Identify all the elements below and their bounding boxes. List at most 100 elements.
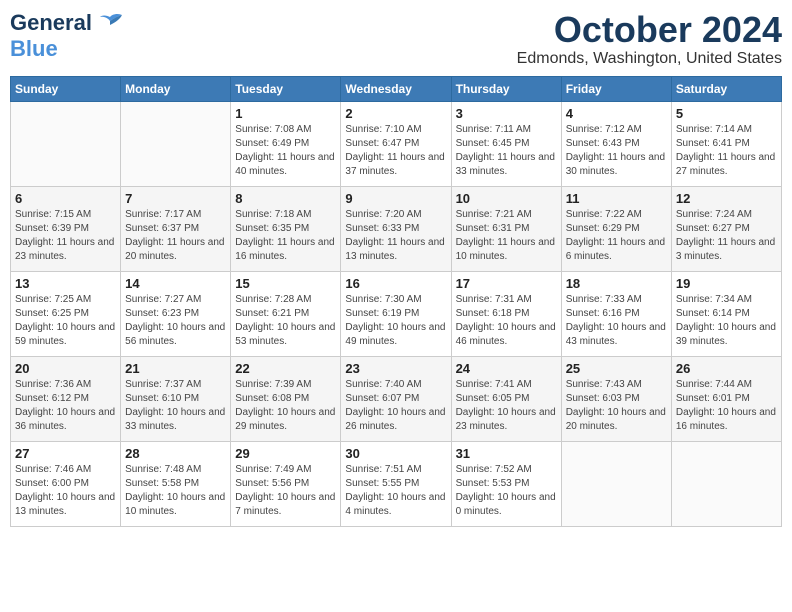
calendar-header: SundayMondayTuesdayWednesdayThursdayFrid… — [11, 76, 782, 101]
cell-content: Sunrise: 7:11 AM Sunset: 6:45 PM Dayligh… — [456, 123, 557, 179]
logo-blue: Blue — [10, 36, 58, 61]
calendar-cell: 29 Sunrise: 7:49 AM Sunset: 5:56 PM Dayli… — [231, 441, 341, 526]
calendar-cell: 18Sunrise: 7:33 AM Sunset: 6:16 PM Dayli… — [561, 271, 671, 356]
day-number: 4 — [566, 106, 667, 121]
cell-content: Sunrise: 7:15 AM Sunset: 6:39 PM Dayligh… — [15, 208, 116, 264]
day-number: 12 — [676, 191, 777, 206]
logo-bird-icon — [96, 13, 124, 33]
cell-content: Sunrise: 7:24 AM Sunset: 6:27 PM Dayligh… — [676, 208, 777, 264]
day-number: 21 — [125, 361, 226, 376]
calendar-cell — [121, 101, 231, 186]
title-area: October 2024 Edmonds, Washington, United… — [517, 10, 782, 68]
day-number: 30 — [345, 446, 446, 461]
day-number: 5 — [676, 106, 777, 121]
calendar-cell: 9 Sunrise: 7:20 AM Sunset: 6:33 PM Daylig… — [341, 186, 451, 271]
logo-general: General — [10, 10, 92, 36]
calendar-cell: 7Sunrise: 7:17 AM Sunset: 6:37 PM Daylig… — [121, 186, 231, 271]
calendar-cell: 28Sunrise: 7:48 AM Sunset: 5:58 PM Dayli… — [121, 441, 231, 526]
cell-content: Sunrise: 7:41 AM Sunset: 6:05 PM Dayligh… — [456, 378, 557, 434]
calendar-cell: 20 Sunrise: 7:36 AM Sunset: 6:12 PM Dayli… — [11, 356, 121, 441]
cell-content: Sunrise: 7:39 AM Sunset: 6:08 PM Dayligh… — [235, 378, 336, 434]
column-header-thursday: Thursday — [451, 76, 561, 101]
calendar-cell: 13Sunrise: 7:25 AM Sunset: 6:25 PM Dayli… — [11, 271, 121, 356]
cell-content: Sunrise: 7:36 AM Sunset: 6:12 PM Dayligh… — [15, 378, 116, 434]
cell-content: Sunrise: 7:22 AM Sunset: 6:29 PM Dayligh… — [566, 208, 667, 264]
day-number: 11 — [566, 191, 667, 206]
cell-content: Sunrise: 7:52 AM Sunset: 5:53 PM Dayligh… — [456, 463, 557, 519]
calendar-cell: 27Sunrise: 7:46 AM Sunset: 6:00 PM Dayli… — [11, 441, 121, 526]
day-number: 3 — [456, 106, 557, 121]
day-number: 22 — [235, 361, 336, 376]
calendar-cell: 8Sunrise: 7:18 AM Sunset: 6:35 PM Daylig… — [231, 186, 341, 271]
week-row-3: 13Sunrise: 7:25 AM Sunset: 6:25 PM Dayli… — [11, 271, 782, 356]
day-number: 24 — [456, 361, 557, 376]
calendar-cell: 24 Sunrise: 7:41 AM Sunset: 6:05 PM Dayli… — [451, 356, 561, 441]
calendar-cell: 5 Sunrise: 7:14 AM Sunset: 6:41 PM Daylig… — [671, 101, 781, 186]
day-number: 2 — [345, 106, 446, 121]
calendar-table: SundayMondayTuesdayWednesdayThursdayFrid… — [10, 76, 782, 527]
cell-content: Sunrise: 7:30 AM Sunset: 6:19 PM Dayligh… — [345, 293, 446, 349]
cell-content: Sunrise: 7:49 AM Sunset: 5:56 PM Dayligh… — [235, 463, 336, 519]
calendar-cell: 1 Sunrise: 7:08 AM Sunset: 6:49 PM Daylig… — [231, 101, 341, 186]
cell-content: Sunrise: 7:31 AM Sunset: 6:18 PM Dayligh… — [456, 293, 557, 349]
day-number: 17 — [456, 276, 557, 291]
cell-content: Sunrise: 7:34 AM Sunset: 6:14 PM Dayligh… — [676, 293, 777, 349]
cell-content: Sunrise: 7:14 AM Sunset: 6:41 PM Dayligh… — [676, 123, 777, 179]
logo: General Blue — [10, 10, 124, 62]
calendar-cell — [561, 441, 671, 526]
day-number: 29 — [235, 446, 336, 461]
calendar-cell: 21 Sunrise: 7:37 AM Sunset: 6:10 PM Dayli… — [121, 356, 231, 441]
calendar-cell: 6 Sunrise: 7:15 AM Sunset: 6:39 PM Daylig… — [11, 186, 121, 271]
day-number: 27 — [15, 446, 116, 461]
calendar-cell: 12 Sunrise: 7:24 AM Sunset: 6:27 PM Dayli… — [671, 186, 781, 271]
day-number: 6 — [15, 191, 116, 206]
calendar-cell: 16 Sunrise: 7:30 AM Sunset: 6:19 PM Dayli… — [341, 271, 451, 356]
day-number: 8 — [235, 191, 336, 206]
month-title: October 2024 — [517, 10, 782, 50]
column-header-tuesday: Tuesday — [231, 76, 341, 101]
location-title: Edmonds, Washington, United States — [517, 50, 782, 68]
day-number: 20 — [15, 361, 116, 376]
calendar-cell: 23Sunrise: 7:40 AM Sunset: 6:07 PM Dayli… — [341, 356, 451, 441]
calendar-cell: 22 Sunrise: 7:39 AM Sunset: 6:08 PM Dayli… — [231, 356, 341, 441]
column-header-saturday: Saturday — [671, 76, 781, 101]
day-number: 1 — [235, 106, 336, 121]
calendar-cell: 19 Sunrise: 7:34 AM Sunset: 6:14 PM Dayli… — [671, 271, 781, 356]
calendar-cell: 31 Sunrise: 7:52 AM Sunset: 5:53 PM Dayli… — [451, 441, 561, 526]
calendar-cell: 30Sunrise: 7:51 AM Sunset: 5:55 PM Dayli… — [341, 441, 451, 526]
column-header-friday: Friday — [561, 76, 671, 101]
cell-content: Sunrise: 7:12 AM Sunset: 6:43 PM Dayligh… — [566, 123, 667, 179]
day-number: 25 — [566, 361, 667, 376]
day-number: 7 — [125, 191, 226, 206]
calendar-cell: 4 Sunrise: 7:12 AM Sunset: 6:43 PM Daylig… — [561, 101, 671, 186]
day-number: 14 — [125, 276, 226, 291]
day-number: 13 — [15, 276, 116, 291]
day-number: 31 — [456, 446, 557, 461]
cell-content: Sunrise: 7:33 AM Sunset: 6:16 PM Dayligh… — [566, 293, 667, 349]
column-header-sunday: Sunday — [11, 76, 121, 101]
week-row-2: 6 Sunrise: 7:15 AM Sunset: 6:39 PM Daylig… — [11, 186, 782, 271]
calendar-cell: 26Sunrise: 7:44 AM Sunset: 6:01 PM Dayli… — [671, 356, 781, 441]
calendar-cell: 3 Sunrise: 7:11 AM Sunset: 6:45 PM Daylig… — [451, 101, 561, 186]
cell-content: Sunrise: 7:20 AM Sunset: 6:33 PM Dayligh… — [345, 208, 446, 264]
calendar-cell — [671, 441, 781, 526]
header-row: SundayMondayTuesdayWednesdayThursdayFrid… — [11, 76, 782, 101]
day-number: 10 — [456, 191, 557, 206]
calendar-cell: 14Sunrise: 7:27 AM Sunset: 6:23 PM Dayli… — [121, 271, 231, 356]
day-number: 28 — [125, 446, 226, 461]
cell-content: Sunrise: 7:40 AM Sunset: 6:07 PM Dayligh… — [345, 378, 446, 434]
calendar-cell: 10Sunrise: 7:21 AM Sunset: 6:31 PM Dayli… — [451, 186, 561, 271]
cell-content: Sunrise: 7:08 AM Sunset: 6:49 PM Dayligh… — [235, 123, 336, 179]
day-number: 16 — [345, 276, 446, 291]
day-number: 9 — [345, 191, 446, 206]
day-number: 19 — [676, 276, 777, 291]
column-header-wednesday: Wednesday — [341, 76, 451, 101]
calendar-cell: 15Sunrise: 7:28 AM Sunset: 6:21 PM Dayli… — [231, 271, 341, 356]
cell-content: Sunrise: 7:44 AM Sunset: 6:01 PM Dayligh… — [676, 378, 777, 434]
cell-content: Sunrise: 7:28 AM Sunset: 6:21 PM Dayligh… — [235, 293, 336, 349]
calendar-body: 1 Sunrise: 7:08 AM Sunset: 6:49 PM Daylig… — [11, 101, 782, 526]
page-header: General Blue October 2024 Edmonds, Washi… — [10, 10, 782, 68]
cell-content: Sunrise: 7:43 AM Sunset: 6:03 PM Dayligh… — [566, 378, 667, 434]
cell-content: Sunrise: 7:37 AM Sunset: 6:10 PM Dayligh… — [125, 378, 226, 434]
calendar-cell — [11, 101, 121, 186]
